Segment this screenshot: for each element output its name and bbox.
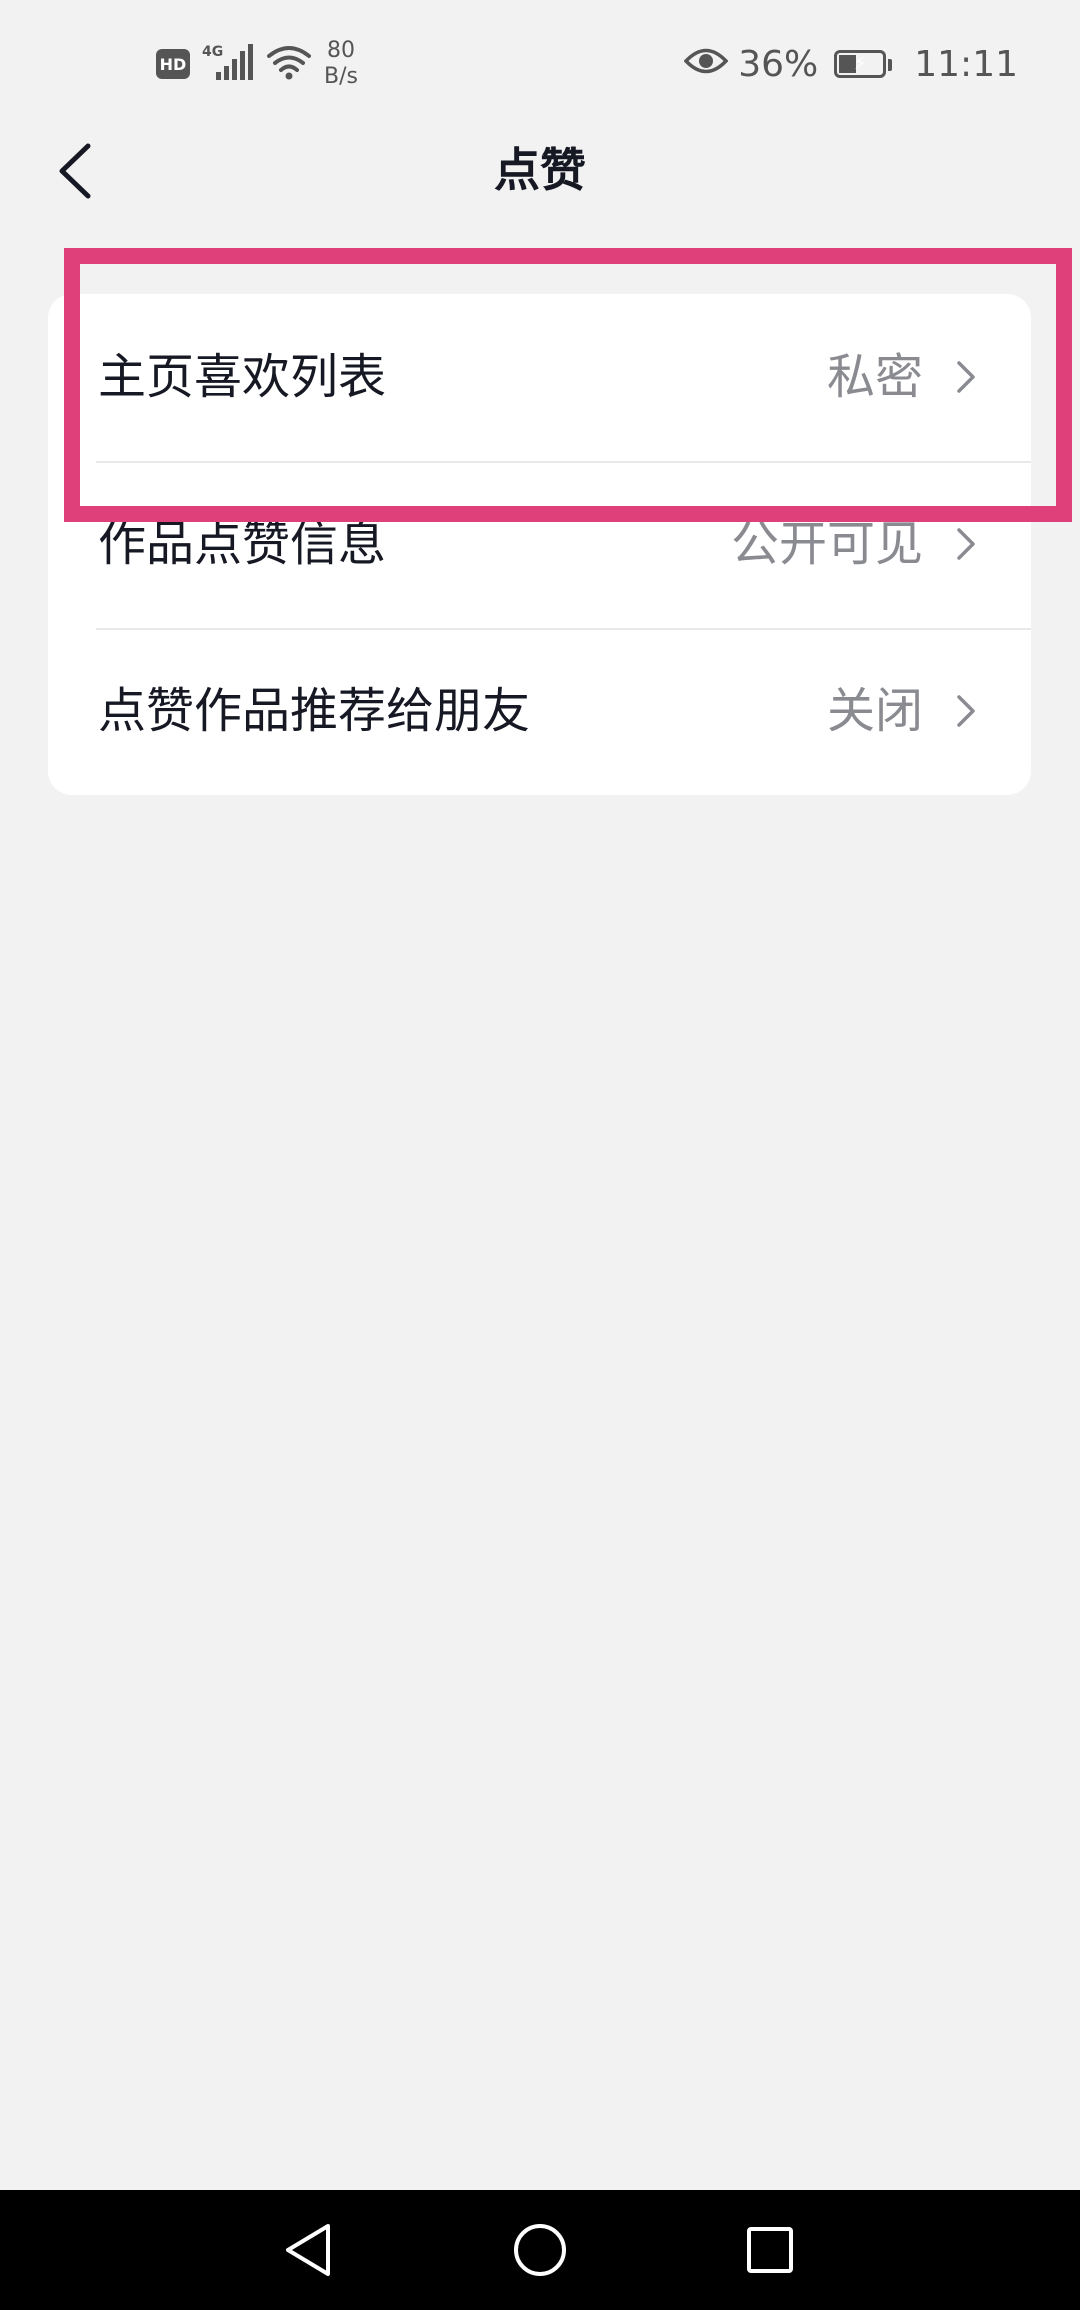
- setting-row-homepage-likes-list[interactable]: 主页喜欢列表 私密: [48, 294, 1031, 461]
- nav-back-button[interactable]: [278, 2220, 338, 2280]
- circle-home-icon: [514, 2224, 566, 2276]
- network-type-label: 4G: [202, 44, 223, 60]
- chevron-right-icon: [957, 361, 975, 393]
- nav-recents-button[interactable]: [740, 2220, 800, 2280]
- status-right: 36% ⚡ 11:11: [683, 34, 1018, 94]
- nav-home-button[interactable]: [510, 2220, 570, 2280]
- settings-card: 主页喜欢列表 私密 作品点赞信息 公开可见 点赞作品推荐给朋友 关闭: [48, 294, 1031, 795]
- hd-badge: HD: [156, 49, 190, 79]
- status-bar: HD 4G 80 B/s 36% ⚡ 11:11: [0, 0, 1080, 130]
- setting-value: 关闭: [826, 683, 923, 739]
- charging-bolt-icon: ⚡: [853, 53, 867, 74]
- chevron-right-icon: [957, 528, 975, 560]
- network-speed-unit: B/s: [324, 64, 358, 89]
- status-time: 11:11: [914, 43, 1018, 85]
- cellular-signal-icon: 4G: [202, 42, 254, 86]
- setting-row-recommend-liked-to-friends[interactable]: 点赞作品推荐给朋友 关闭: [48, 628, 1031, 795]
- network-speed-value: 80: [326, 38, 355, 63]
- wifi-icon: [266, 44, 312, 84]
- setting-row-work-like-info[interactable]: 作品点赞信息 公开可见: [48, 461, 1031, 628]
- setting-value: 公开可见: [730, 516, 923, 572]
- eye-icon: [683, 44, 729, 85]
- battery-icon: ⚡: [834, 50, 893, 78]
- setting-label: 主页喜欢列表: [98, 349, 387, 405]
- battery-percent: 36%: [738, 43, 819, 85]
- header: 点赞: [0, 130, 1080, 210]
- setting-label: 作品点赞信息: [98, 516, 387, 572]
- navigation-bar: [0, 2190, 1080, 2310]
- square-recents-icon: [747, 2227, 793, 2273]
- setting-label: 点赞作品推荐给朋友: [98, 683, 531, 739]
- page-title: 点赞: [494, 143, 586, 197]
- network-speed: 80 B/s: [324, 38, 358, 90]
- triangle-back-icon: [286, 2224, 330, 2276]
- chevron-right-icon: [957, 695, 975, 727]
- setting-value: 私密: [826, 349, 923, 405]
- status-left: HD 4G 80 B/s: [156, 34, 358, 94]
